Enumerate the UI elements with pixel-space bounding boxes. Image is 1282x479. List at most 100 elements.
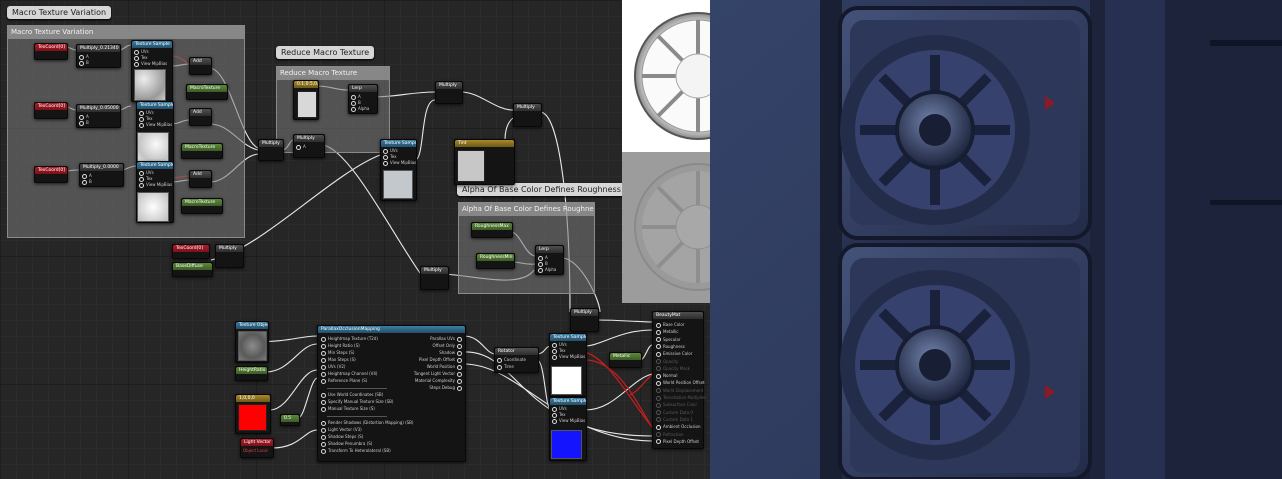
pom-input-pin[interactable]: Render Shadows (Distortion Mapping) (SB)	[321, 420, 413, 426]
pin-b[interactable]: B	[79, 120, 89, 126]
add-node-1[interactable]: Add	[189, 57, 212, 75]
pom-input-pin[interactable]: Heightmap Channel (V4)	[321, 371, 377, 377]
texture-sample-node-1[interactable]: Texture Sample UVs Tex View MipBias	[131, 40, 173, 102]
pom-input-pin[interactable]: Light Vector (V3)	[321, 427, 362, 433]
multiply-node-10[interactable]: Multiply	[570, 308, 599, 332]
pin-a[interactable]: A	[79, 54, 89, 60]
pin-b[interactable]: B	[82, 179, 92, 185]
pin-alpha[interactable]: Alpha	[351, 106, 369, 112]
lerp-node-roughness[interactable]: Lerp A B Alpha	[535, 245, 564, 275]
add-node-3[interactable]: Add	[189, 170, 212, 188]
multiply-node-3[interactable]: Multiply_0.0000 A B	[79, 163, 124, 187]
texcoord-node-2[interactable]: TexCoord[0]	[34, 102, 68, 119]
texcoord-node-1[interactable]: TexCoord[0]	[34, 43, 68, 60]
macro-texture-param-2[interactable]: MacroTexture	[181, 143, 223, 159]
pin-view-mipbias[interactable]: View MipBias	[552, 418, 585, 424]
texture-sample-node-4[interactable]: Texture Sample UVs Tex View MipBias	[380, 139, 417, 201]
pin-tex[interactable]: Tex	[383, 154, 397, 160]
result-input-pin[interactable]: Roughness	[656, 344, 685, 350]
result-input-pin[interactable]: Tessellation Multiplier	[656, 395, 706, 401]
result-input-pin[interactable]: Opacity Mask	[656, 366, 690, 372]
result-input-pin[interactable]: World Position Offset	[656, 380, 705, 386]
pom-input-pin[interactable]: Shadow Steps (S)	[321, 434, 363, 440]
multiply-node-2[interactable]: Multiply_0.05000 A B	[76, 104, 121, 128]
pom-input-pin[interactable]: UVs (V2)	[321, 364, 345, 370]
pin-a[interactable]: A	[538, 255, 548, 261]
result-input-pin[interactable]: Ambient Occlusion	[656, 424, 701, 430]
pom-input-pin[interactable]: Max Steps (S)	[321, 357, 356, 363]
result-input-pin[interactable]: Custom Data 1	[656, 417, 693, 423]
constant-node[interactable]: 0.5	[280, 414, 300, 426]
pin-view-mipbias[interactable]: View MipBias	[139, 122, 172, 128]
parallax-occlusion-mapping-node[interactable]: ParallaxOcclusionMapping Heightmap Textu…	[317, 325, 466, 462]
pom-output-pin[interactable]: Shadow	[439, 350, 462, 356]
pin-a[interactable]: A	[351, 94, 361, 100]
material-result-node[interactable]: BeautyMat Base Color Metallic Specular Roug…	[652, 311, 706, 449]
reduce-constant-node[interactable]: 0.1,0.5,0.5	[293, 80, 319, 120]
metallic-param[interactable]: Metallic	[609, 352, 642, 368]
pom-output-pin[interactable]: Parallax UVs	[430, 336, 462, 342]
pin-tex[interactable]: Tex	[552, 348, 566, 354]
texture-object-node[interactable]: Texture Object	[235, 321, 269, 363]
result-input-pin[interactable]: Emissive Color	[656, 351, 692, 357]
result-input-pin[interactable]: Refraction	[656, 432, 683, 437]
texture-sample-node-6[interactable]: Texture Sample UVs Tex View MipBias	[549, 397, 587, 461]
texture-sample-node-5[interactable]: Texture Sample UVs Tex View MipBias	[549, 333, 587, 397]
macro-texture-param-1[interactable]: MacroTexture	[186, 84, 228, 100]
pin-uvs[interactable]: UVs	[383, 148, 398, 154]
result-input-pin[interactable]: World Displacement	[656, 388, 703, 394]
multiply-node-1[interactable]: Multiply_0.21340 A B	[76, 44, 121, 68]
result-input-pin[interactable]: Custom Data 0	[656, 410, 693, 416]
pom-output-pin[interactable]: Steps Debug	[429, 385, 462, 391]
multiply-node-6[interactable]: Multiply	[435, 81, 463, 104]
pin-tex[interactable]: Tex	[552, 412, 566, 418]
result-input-pin[interactable]: Base Color	[656, 322, 684, 328]
pom-input-pin[interactable]: Min Steps (S)	[321, 350, 355, 356]
pin-uvs[interactable]: UVs	[552, 342, 567, 348]
add-node-2[interactable]: Add	[189, 108, 212, 126]
pom-input-pin[interactable]: Manual Texture Size (S)	[321, 406, 375, 412]
light-vector-node[interactable]: Light Vector Object Local	[240, 438, 274, 458]
pom-input-pin[interactable]: Height Ratio (S)	[321, 343, 360, 349]
constant-color-node[interactable]: 1,0,0,0	[235, 394, 271, 434]
multiply-node-7[interactable]: Multiply	[513, 103, 542, 127]
pin-uvs[interactable]: UVs	[134, 49, 149, 55]
pin-tex[interactable]: Tex	[134, 55, 148, 61]
pom-output-pin[interactable]: Offset Only	[433, 343, 462, 349]
pin-a[interactable]: A	[296, 144, 306, 150]
texture-sample-node-3[interactable]: Texture Sample UVs Tex View MipBias	[136, 161, 174, 223]
pin-uvs[interactable]: UVs	[139, 170, 154, 176]
pin-b[interactable]: B	[79, 60, 89, 66]
pom-output-pin[interactable]: Material Complexity	[415, 378, 462, 384]
material-graph-canvas[interactable]: Macro Texture Variation Macro Texture Va…	[0, 0, 710, 479]
result-input-pin[interactable]: Opacity	[656, 359, 678, 364]
pin-a[interactable]: A	[79, 114, 89, 120]
result-input-pin[interactable]: Specular	[656, 337, 680, 343]
pin-uvs[interactable]: UVs	[139, 110, 154, 116]
multiply-node-9[interactable]: Multiply	[420, 266, 449, 290]
pin-b[interactable]: B	[538, 261, 548, 267]
height-ratio-param[interactable]: HeightRatio	[235, 366, 268, 381]
base-diffuse-param[interactable]: BaseDiffuse	[172, 262, 213, 277]
pin-time[interactable]: Time	[497, 364, 514, 370]
result-input-pin[interactable]: Subsurface Color	[656, 402, 697, 408]
pom-output-pin[interactable]: World Position	[427, 364, 462, 370]
basecolor-tint-param[interactable]: Tint	[454, 139, 515, 185]
pom-input-pin[interactable]: Specify Manual Texture Size (SB)	[321, 399, 393, 405]
pin-view-mipbias[interactable]: View MipBias	[552, 354, 585, 360]
pin-alpha[interactable]: Alpha	[538, 267, 556, 273]
lerp-node-reduce[interactable]: Lerp A B Alpha	[348, 84, 378, 114]
result-input-pin[interactable]: Normal	[656, 373, 677, 379]
texcoord-node-3[interactable]: TexCoord[0]	[34, 166, 68, 183]
pin-tex[interactable]: Tex	[139, 176, 153, 182]
pin-view-mipbias[interactable]: View MipBias	[134, 61, 167, 67]
pin-coordinate[interactable]: Coordinate	[497, 357, 526, 363]
result-input-pin[interactable]: Pixel Depth Offset	[656, 439, 699, 445]
multiply-node-5[interactable]: Multiply A	[293, 134, 325, 158]
pin-view-mipbias[interactable]: View MipBias	[383, 160, 416, 166]
roughness-min-param[interactable]: RoughnessMin	[476, 253, 515, 269]
pom-input-pin[interactable]: Use World Coordinates (SB)	[321, 392, 383, 398]
pom-input-pin[interactable]: Heightmap Texture (T2d)	[321, 336, 378, 342]
rotator-node[interactable]: Rotator Coordinate Time	[494, 347, 539, 373]
multiply-node-4[interactable]: Multiply	[258, 139, 284, 161]
